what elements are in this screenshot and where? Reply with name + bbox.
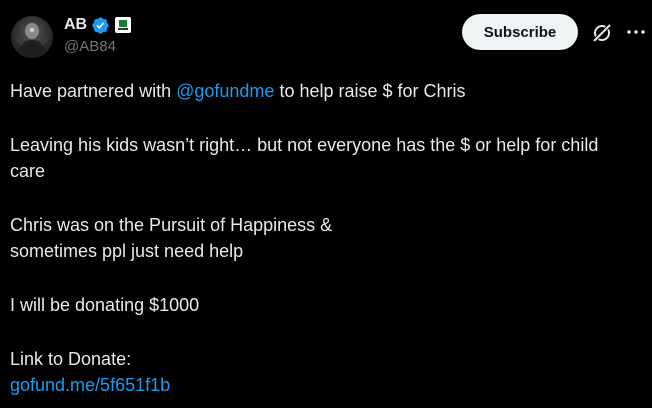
tweet-paragraph-2-line-1: Leaving his kids wasn’t right… but not e… [10,135,599,155]
mention-link-gofundme[interactable]: @gofundme [176,81,274,101]
tweet-paragraph-2-line-2: care [10,161,46,181]
avatar[interactable] [11,16,53,58]
tweet-paragraph-3-line-2: sometimes ppl just need help [10,241,244,261]
verified-badge-icon[interactable] [91,16,110,35]
author-display-name[interactable]: AB [64,14,87,36]
author-name-row: AB [64,14,132,36]
tweet-header: AB @AB84 Subscribe [0,0,652,70]
donate-link-line: gofund.me/5f651f1b [10,372,650,398]
donate-link[interactable]: gofund.me/5f651f1b [10,375,170,395]
tweet-paragraph-3-line-1: Chris was on the Pursuit of Happiness & [10,215,333,235]
affiliate-badge-icon[interactable] [115,17,132,33]
more-options-icon[interactable] [626,22,646,42]
grok-icon[interactable] [590,21,614,45]
tweet-text: Have partnered with @gofundme to help ra… [10,78,650,398]
tweet-paragraph-4: I will be donating $1000 [10,295,200,315]
tweet-text-segment: to help raise $ for Chris [274,81,466,101]
tweet-paragraph-1: Have partnered with @gofundme to help ra… [10,78,650,104]
tweet-text-segment: Have partnered with [10,81,177,101]
author-handle[interactable]: @AB84 [64,37,116,57]
donate-label: Link to Donate: [10,349,132,369]
subscribe-button[interactable]: Subscribe [462,14,578,50]
